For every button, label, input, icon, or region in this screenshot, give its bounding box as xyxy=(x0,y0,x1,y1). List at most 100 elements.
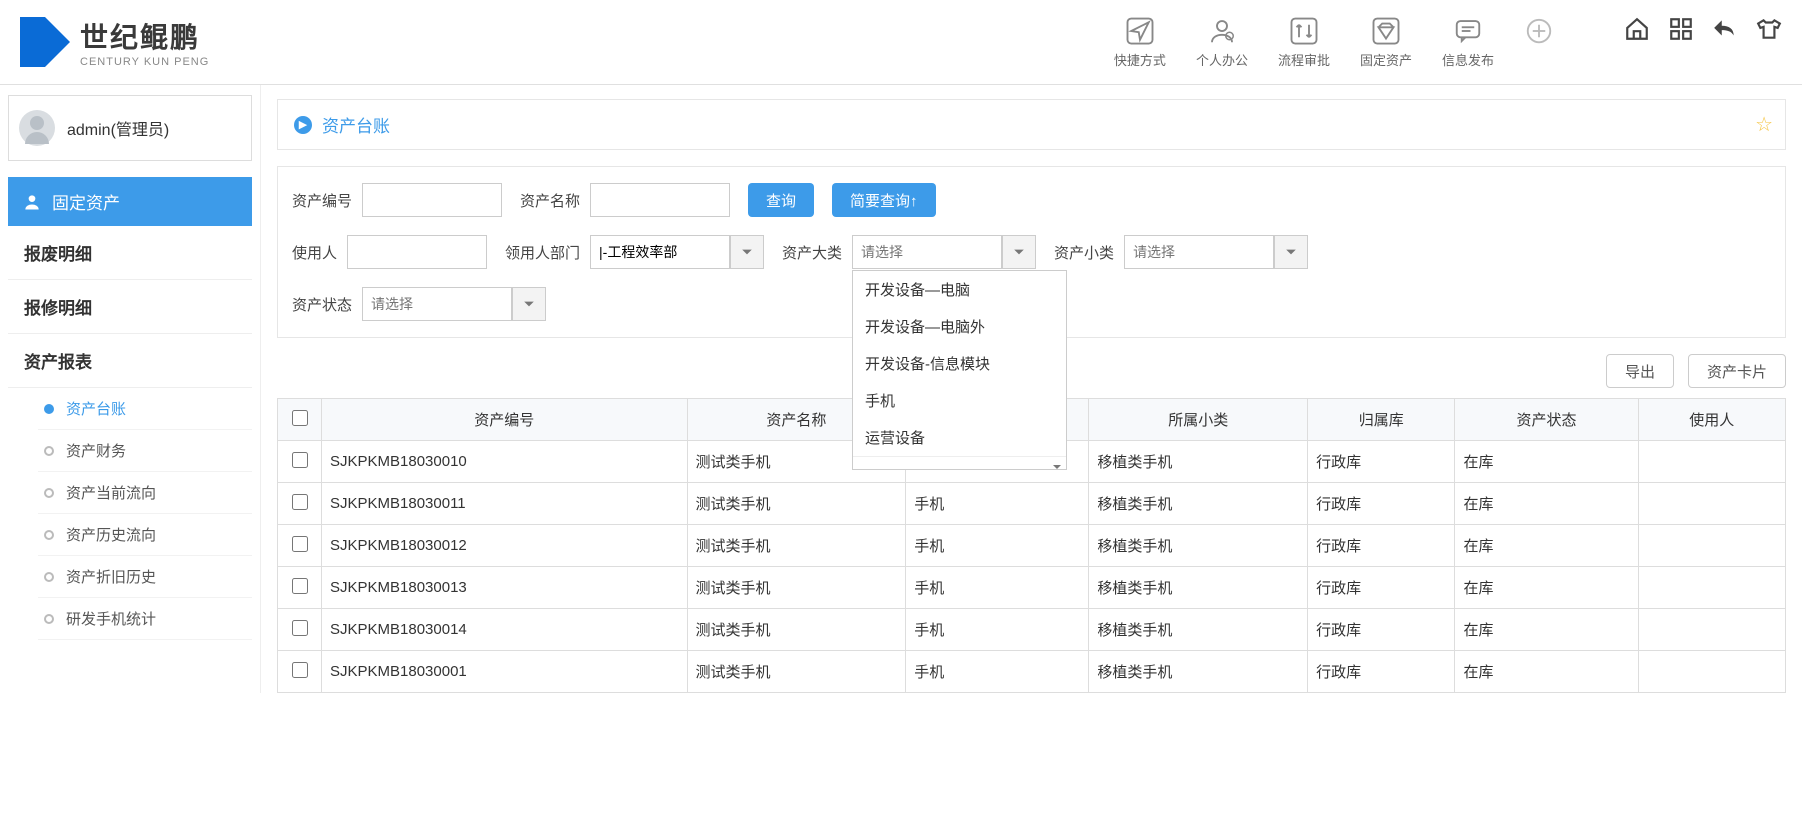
export-button[interactable]: 导出 xyxy=(1606,354,1674,388)
top-nav: 快捷方式 个人办公 流程审批 固定资产 信息发布 xyxy=(1114,16,1782,69)
sidebar-item-report[interactable]: 资产报表 xyxy=(8,334,252,388)
tshirt-icon[interactable] xyxy=(1756,16,1782,42)
nav-workflow[interactable]: 流程审批 xyxy=(1278,16,1330,69)
sidebar-item-scrap[interactable]: 报废明细 xyxy=(8,226,252,280)
combo-minor-cat[interactable] xyxy=(1124,235,1308,269)
input-status[interactable] xyxy=(362,287,512,321)
home-icon[interactable] xyxy=(1624,16,1650,42)
table-cell: 行政库 xyxy=(1308,525,1455,567)
label-asset-name: 资产名称 xyxy=(520,190,580,211)
nav-personal[interactable]: 个人办公 xyxy=(1196,16,1248,69)
asset-card-button[interactable]: 资产卡片 xyxy=(1688,354,1786,388)
table-header: 资产状态 xyxy=(1455,399,1638,441)
nav-label: 固定资产 xyxy=(1360,50,1412,69)
sidebar-sub-phonestat[interactable]: 研发手机统计 xyxy=(38,598,252,640)
row-checkbox[interactable] xyxy=(292,494,308,510)
table-cell xyxy=(1638,651,1785,693)
sidebar-sub-finance[interactable]: 资产财务 xyxy=(38,430,252,472)
grid-icon[interactable] xyxy=(1668,16,1694,42)
table-header: 归属库 xyxy=(1308,399,1455,441)
table-header: 使用人 xyxy=(1638,399,1785,441)
table-cell: 手机 xyxy=(906,609,1089,651)
input-major-cat[interactable] xyxy=(852,235,1002,269)
reply-icon[interactable] xyxy=(1712,16,1738,42)
sidebar-item-repair[interactable]: 报修明细 xyxy=(8,280,252,334)
star-icon[interactable]: ☆ xyxy=(1755,112,1773,137)
row-checkbox[interactable] xyxy=(292,452,308,468)
cell-checkbox xyxy=(278,609,322,651)
label-asset-code: 资产编号 xyxy=(292,190,352,211)
chevron-down-icon[interactable] xyxy=(1274,235,1308,269)
nav-assets[interactable]: 固定资产 xyxy=(1360,16,1412,69)
main: ▶ 资产台账 ☆ 资产编号 资产名称 查询 简要查询↑ 使用人 xyxy=(260,85,1802,693)
major-cat-dropdown[interactable]: 开发设备—电脑开发设备—电脑外开发设备-信息模块手机运营设备 xyxy=(852,270,1067,470)
field-dept: 领用人部门 xyxy=(505,235,764,269)
table-cell: SJKPKMB18030011 xyxy=(322,483,688,525)
sidebar-sub-label: 资产当前流向 xyxy=(66,482,156,503)
th-checkbox xyxy=(278,399,322,441)
sidebar-sub-label: 资产台账 xyxy=(66,398,126,419)
row-checkbox[interactable] xyxy=(292,620,308,636)
dropdown-option[interactable]: 手机 xyxy=(853,382,1066,419)
dropdown-option[interactable]: 开发设备—电脑 xyxy=(853,271,1066,308)
combo-status[interactable] xyxy=(362,287,546,321)
sidebar-sub-ledger[interactable]: 资产台账 xyxy=(38,388,252,430)
table-cell: 手机 xyxy=(906,483,1089,525)
table-cell xyxy=(1638,567,1785,609)
table-cell: SJKPKMB18030010 xyxy=(322,441,688,483)
input-dept[interactable] xyxy=(590,235,730,269)
checkbox-all[interactable] xyxy=(292,410,308,426)
dropdown-more-icon[interactable] xyxy=(853,456,1066,470)
row-checkbox[interactable] xyxy=(292,578,308,594)
bullet-icon xyxy=(44,572,54,582)
bullet-icon xyxy=(44,530,54,540)
plus-circle-icon xyxy=(1524,16,1554,46)
user-box: admin(管理员) xyxy=(8,95,252,161)
sidebar-sub: 资产台账 资产财务 资产当前流向 资产历史流向 资产折旧历史 研发手机统计 xyxy=(8,388,252,640)
row-checkbox[interactable] xyxy=(292,662,308,678)
table-cell: 行政库 xyxy=(1308,651,1455,693)
table-header: 资产编号 xyxy=(322,399,688,441)
nav-label: 快捷方式 xyxy=(1114,50,1166,69)
table-cell: 测试类手机 xyxy=(687,525,906,567)
table-cell xyxy=(1638,441,1785,483)
sidebar-sub-label: 研发手机统计 xyxy=(66,608,156,629)
brief-query-button[interactable]: 简要查询↑ xyxy=(832,183,936,217)
table-cell: 在库 xyxy=(1455,525,1638,567)
diamond-icon xyxy=(1371,16,1401,46)
chevron-down-icon[interactable] xyxy=(512,287,546,321)
label-dept: 领用人部门 xyxy=(505,242,580,263)
search-panel: 资产编号 资产名称 查询 简要查询↑ 使用人 领用人部门 xyxy=(277,166,1786,338)
top-header: 世纪鲲鹏 CENTURY KUN PENG 快捷方式 个人办公 流程审批 固定资… xyxy=(0,0,1802,85)
nav-add[interactable] xyxy=(1524,16,1554,46)
dropdown-option[interactable]: 开发设备-信息模块 xyxy=(853,345,1066,382)
nav-shortcut[interactable]: 快捷方式 xyxy=(1114,16,1166,69)
sidebar-sub-depreciation[interactable]: 资产折旧历史 xyxy=(38,556,252,598)
sidebar-sub-historyflow[interactable]: 资产历史流向 xyxy=(38,514,252,556)
query-button[interactable]: 查询 xyxy=(748,183,814,217)
dropdown-option[interactable]: 开发设备—电脑外 xyxy=(853,308,1066,345)
sidebar-sub-currentflow[interactable]: 资产当前流向 xyxy=(38,472,252,514)
table-cell: SJKPKMB18030001 xyxy=(322,651,688,693)
dropdown-option[interactable]: 运营设备 xyxy=(853,419,1066,456)
input-asset-code[interactable] xyxy=(362,183,502,217)
avatar-icon xyxy=(19,110,55,146)
bullet-icon xyxy=(44,404,54,414)
chat-icon xyxy=(1453,16,1483,46)
combo-major-cat[interactable]: 开发设备—电脑开发设备—电脑外开发设备-信息模块手机运营设备 xyxy=(852,235,1036,269)
table-cell: 在库 xyxy=(1455,567,1638,609)
cell-checkbox xyxy=(278,651,322,693)
chevron-down-icon[interactable] xyxy=(1002,235,1036,269)
row-checkbox[interactable] xyxy=(292,536,308,552)
sidebar-group-fixed-assets[interactable]: 固定资产 xyxy=(8,177,252,226)
sidebar: admin(管理员) 固定资产 报废明细 报修明细 资产报表 资产台账 资产财务… xyxy=(0,85,260,693)
chevron-down-icon[interactable] xyxy=(730,235,764,269)
input-asset-name[interactable] xyxy=(590,183,730,217)
input-minor-cat[interactable] xyxy=(1124,235,1274,269)
field-minor-cat: 资产小类 xyxy=(1054,235,1308,269)
input-user[interactable] xyxy=(347,235,487,269)
combo-dept[interactable] xyxy=(590,235,764,269)
nav-news[interactable]: 信息发布 xyxy=(1442,16,1494,69)
table-cell: 测试类手机 xyxy=(687,567,906,609)
table-cell: SJKPKMB18030014 xyxy=(322,609,688,651)
